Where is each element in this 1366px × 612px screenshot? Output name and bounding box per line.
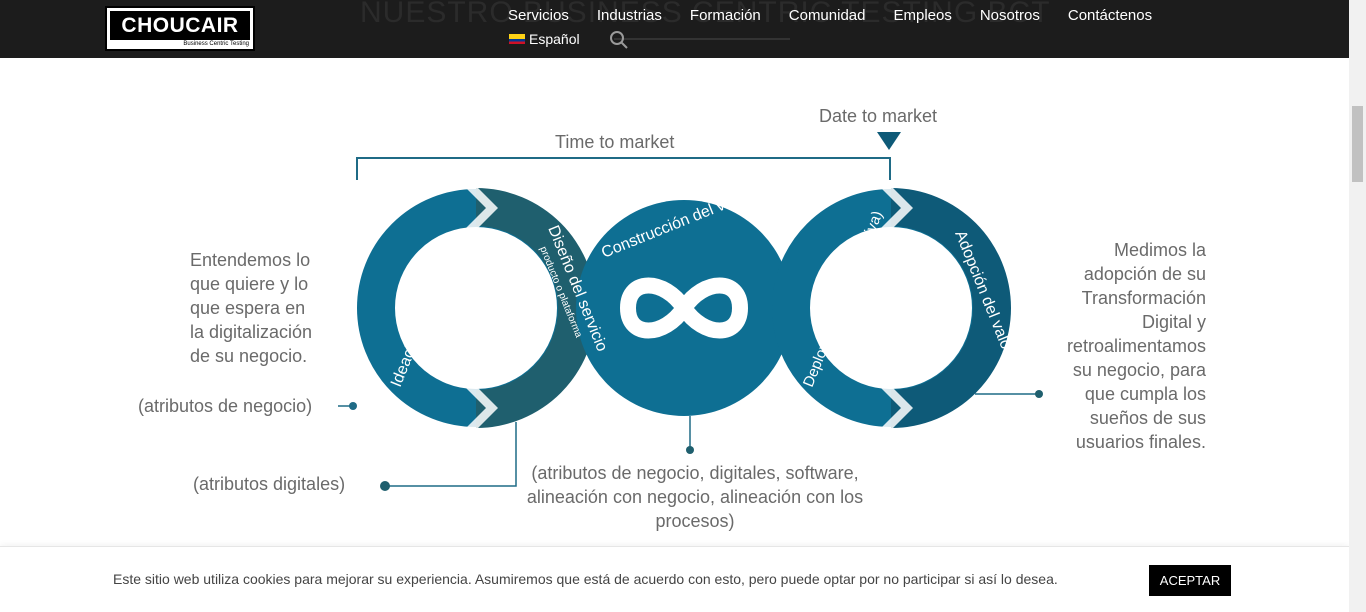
left-description: Entendemos lo que quiere y lo que espera… <box>190 248 312 368</box>
nav-servicios[interactable]: Servicios <box>508 6 569 28</box>
right-line: usuarios finales. <box>1075 432 1206 452</box>
page: NUESTRO BUSINESS CENTRIC TESTING BCT CHO… <box>0 0 1349 612</box>
right-line: Transformación <box>1081 288 1206 308</box>
cookie-banner: Este sitio web utiliza cookies para mejo… <box>0 546 1349 612</box>
left-line: la digitalización <box>190 322 313 342</box>
right-line: su negocio, para <box>1072 360 1206 380</box>
right-line: Medimos la <box>1113 240 1206 260</box>
nav-industrias[interactable]: Industrias <box>597 6 662 28</box>
date-to-market-label: Date to market <box>819 106 938 126</box>
site-header: NUESTRO BUSINESS CENTRIC TESTING BCT CHO… <box>0 0 1349 58</box>
time-to-market-bracket <box>356 157 891 180</box>
right-line: sueños de sus <box>1089 408 1206 428</box>
time-to-market-label: Time to market <box>555 132 675 152</box>
colombia-flag-icon <box>509 34 525 44</box>
nav-empleos[interactable]: Empleos <box>893 6 951 28</box>
attr-digitales-label: (atributos digitales) <box>193 474 346 494</box>
attr-bottom-label: (atributos de negocio, digitales, softwa… <box>526 463 864 531</box>
language-label: Español <box>529 31 580 47</box>
accept-cookies-button[interactable]: ACEPTAR <box>1149 565 1231 596</box>
nav-nosotros[interactable]: Nosotros <box>980 6 1040 28</box>
main-nav: Servicios Industrias Formación Comunidad… <box>508 6 1152 28</box>
connector-dot-digitales <box>380 481 390 491</box>
cookie-text: Este sitio web utiliza cookies para mejo… <box>113 571 1058 587</box>
right-line: que cumpla los <box>1084 384 1206 404</box>
choucair-logo[interactable]: CHOUCAIR Business Centric Testing <box>105 6 255 51</box>
left-line: de su negocio. <box>190 346 308 366</box>
bct-diagram: Ideación del negocio Diseño del servicio… <box>0 58 1349 548</box>
language-selector[interactable]: Español <box>509 31 580 47</box>
connector-digitales <box>385 422 517 487</box>
date-to-market-marker <box>877 132 901 150</box>
left-line: que quiere y lo <box>190 274 309 294</box>
connector-dot-negocio <box>349 402 357 410</box>
scrollbar-thumb[interactable] <box>1352 106 1363 182</box>
nav-contactenos[interactable]: Contáctenos <box>1068 6 1152 28</box>
nav-comunidad[interactable]: Comunidad <box>789 6 866 28</box>
search-icon[interactable] <box>609 30 629 50</box>
right-line: retroalimentamos <box>1066 336 1206 356</box>
left-line: Entendemos lo <box>190 250 311 270</box>
logo-tagline: Business Centric Testing <box>183 41 249 47</box>
left-line: que espera en <box>190 298 306 318</box>
page-scrollbar[interactable] <box>1349 0 1366 612</box>
connector-dot-bottom <box>686 446 694 454</box>
right-line: Digital y <box>1141 312 1206 332</box>
right-line: adopción de su <box>1083 264 1206 284</box>
heading-underline <box>614 38 790 40</box>
logo-wordmark: CHOUCAIR <box>110 11 250 40</box>
right-description: Medimos la adopción de su Transformación… <box>1040 238 1206 454</box>
attr-negocio-label: (atributos de negocio) <box>138 396 313 416</box>
nav-formacion[interactable]: Formación <box>690 6 761 28</box>
